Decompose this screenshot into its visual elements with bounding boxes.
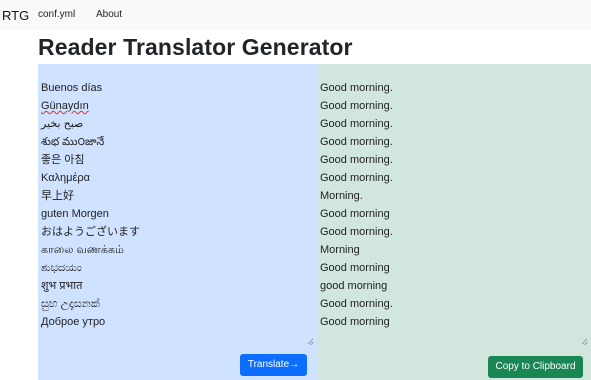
output-line: Good morning. — [320, 226, 393, 238]
source-line: Καλημέρα — [41, 172, 91, 184]
output-line: Good morning. — [320, 298, 393, 310]
page-title: Reader Translator Generator — [38, 34, 353, 60]
source-line: صبح بخیر — [41, 118, 84, 130]
copy-to-clipboard-button[interactable]: Copy to Clipboard — [488, 356, 583, 378]
output-textarea[interactable]: Good morning. Good morning. Good morning… — [317, 64, 591, 380]
output-line: Good morning. — [320, 154, 393, 166]
output-line: Good morning. — [320, 118, 393, 130]
nav-link-conf[interactable]: conf.yml — [38, 9, 75, 20]
output-line: Morning — [320, 244, 360, 256]
source-line: Buenos días — [41, 82, 103, 94]
output-line: Good morning — [320, 316, 390, 328]
output-text-lines: Good morning. Good morning. Good morning… — [320, 79, 393, 331]
output-line: Good morning — [320, 208, 390, 220]
source-textarea[interactable]: Buenos días Günaydın صبح بخیر శుభ ము౦జాన… — [38, 64, 317, 380]
output-line: Good morning. — [320, 136, 393, 148]
resize-handle-icon[interactable] — [306, 338, 313, 345]
output-line: good morning — [320, 280, 388, 292]
source-line: 좋은 아침 — [41, 154, 85, 166]
navbar: RTG conf.yml About — [0, 0, 591, 30]
output-line: Good morning — [320, 262, 390, 274]
source-line: ಶುಭದಯಂ — [41, 262, 82, 274]
output-line: Morning. — [320, 190, 363, 202]
source-line: සුභ උදෑසනක් — [41, 298, 100, 310]
output-line: Good morning. — [320, 82, 393, 94]
nav-link-about[interactable]: About — [96, 9, 122, 20]
source-line: 早上好 — [41, 190, 74, 202]
translate-button[interactable]: Translate→ — [240, 354, 307, 376]
resize-handle-icon[interactable] — [580, 338, 587, 345]
output-line: Good morning. — [320, 172, 393, 184]
source-line: guten Morgen — [41, 208, 109, 220]
navbar-brand[interactable]: RTG — [2, 8, 29, 23]
source-line: శుభ ము౦జానే — [41, 136, 105, 148]
output-line: Good morning. — [320, 100, 393, 112]
source-text-lines: Buenos días Günaydın صبح بخیر శుభ ము౦జాన… — [41, 79, 140, 331]
source-line: शुभ प्रभात — [41, 280, 83, 292]
source-line: காலை வணக்கம் — [41, 244, 124, 256]
source-line: Günaydın — [41, 100, 89, 112]
source-line: おはようございます — [41, 226, 140, 238]
source-line: Доброе утро — [41, 316, 106, 328]
